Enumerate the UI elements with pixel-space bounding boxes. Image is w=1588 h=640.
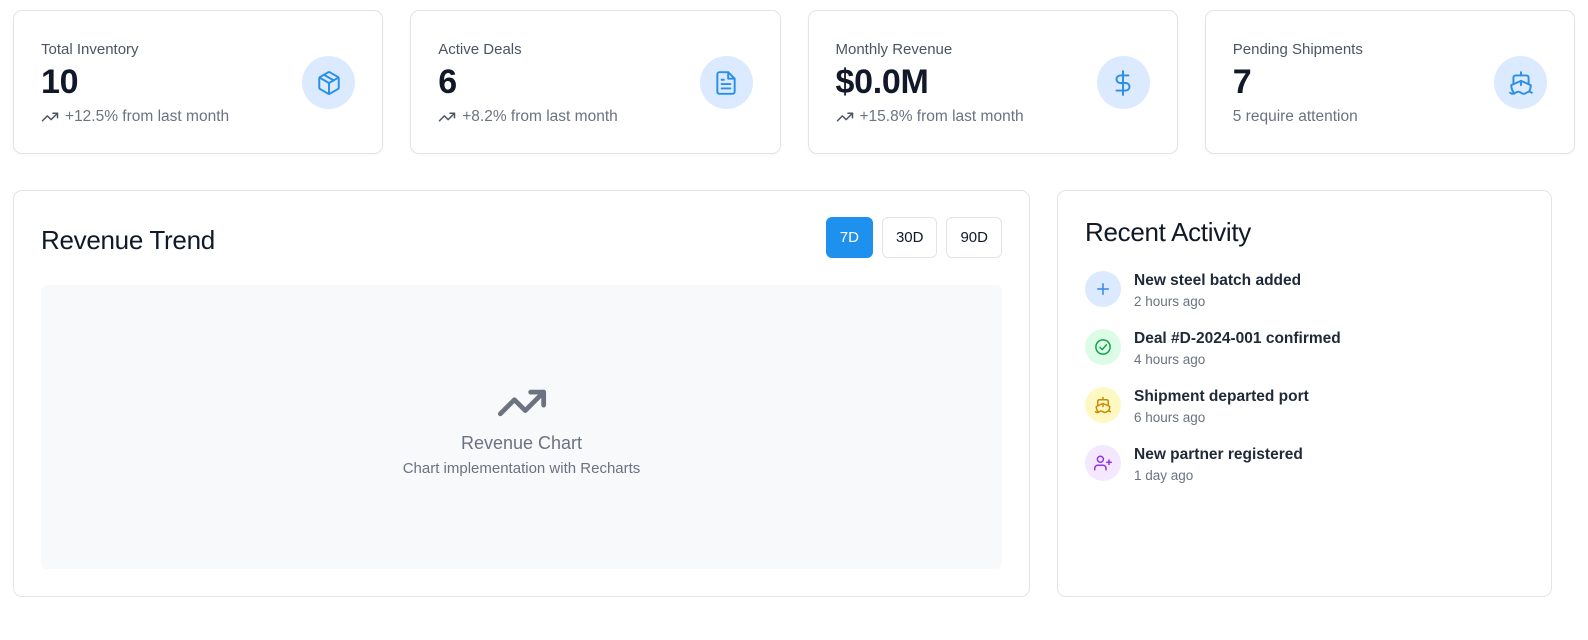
- activity-title: New partner registered: [1134, 446, 1303, 463]
- stat-change-text: +12.5% from last month: [65, 108, 230, 125]
- chart-placeholder-title: Revenue Chart: [460, 433, 583, 453]
- revenue-trend-card: Revenue Trend 7D 30D 90D Revenue Chart C…: [13, 190, 1030, 597]
- list-item: New steel batch added 2 hours ago: [1085, 271, 1531, 329]
- stat-card-pending-shipments: Pending Shipments 7 5 require attention: [1204, 10, 1575, 154]
- list-item: Shipment departed port 6 hours ago: [1085, 387, 1531, 445]
- stat-change: +8.2% from last month: [438, 108, 618, 126]
- stat-card-total-inventory: Total Inventory 10 +12.5% from last mont…: [13, 10, 384, 154]
- range-7d-button[interactable]: 7D: [825, 217, 873, 258]
- package-icon: [302, 56, 356, 109]
- stats-row: Total Inventory 10 +12.5% from last mont…: [13, 10, 1575, 154]
- stat-note: 5 require attention: [1233, 108, 1358, 126]
- stat-card-monthly-revenue: Monthly Revenue $0.0M +15.8% from last m…: [807, 10, 1178, 154]
- activity-list: New steel batch added 2 hours ago Deal #…: [1085, 271, 1531, 503]
- file-text-icon: [699, 56, 753, 109]
- ship-icon: [1494, 56, 1547, 109]
- range-30d-button[interactable]: 30D: [881, 217, 938, 258]
- stat-note-text: 5 require attention: [1232, 108, 1358, 125]
- activity-time: 1 day ago: [1134, 468, 1194, 483]
- stat-change: +15.8% from last month: [836, 108, 1024, 126]
- trending-up-icon: [497, 389, 546, 417]
- card-title: Revenue Trend: [41, 225, 215, 255]
- chart-placeholder: Revenue Chart Chart implementation with …: [41, 285, 1002, 569]
- stat-value: 7: [1232, 63, 1252, 101]
- card-title: Recent Activity: [1085, 217, 1252, 247]
- stat-label: Monthly Revenue: [835, 41, 953, 58]
- stat-label: Total Inventory: [41, 41, 139, 58]
- stat-value: 6: [438, 63, 457, 101]
- trending-up-icon: [439, 112, 456, 122]
- stat-label: Active Deals: [438, 41, 522, 58]
- recent-activity-card: Recent Activity New steel batch added 2 …: [1057, 190, 1552, 597]
- list-item: Deal #D-2024-001 confirmed 4 hours ago: [1085, 329, 1531, 387]
- stat-change-text: +8.2% from last month: [462, 108, 618, 125]
- activity-title: Deal #D-2024-001 confirmed: [1134, 330, 1341, 347]
- ship-icon: [1085, 387, 1121, 423]
- user-plus-icon: [1085, 445, 1121, 481]
- activity-title: Shipment departed port: [1134, 388, 1309, 405]
- range-selector: 7D 30D 90D: [825, 217, 1002, 258]
- activity-time: 2 hours ago: [1134, 294, 1206, 309]
- stat-label: Pending Shipments: [1232, 41, 1363, 58]
- range-90d-button[interactable]: 90D: [946, 217, 1002, 258]
- trending-up-icon: [836, 112, 853, 122]
- list-item: New partner registered 1 day ago: [1085, 445, 1531, 503]
- stat-value: 10: [41, 63, 79, 101]
- stat-value: $0.0M: [835, 63, 929, 101]
- stat-card-active-deals: Active Deals 6 +8.2% from last month: [410, 10, 781, 154]
- activity-time: 6 hours ago: [1134, 410, 1206, 425]
- stat-change: +12.5% from last month: [41, 108, 229, 126]
- dollar-icon: [1096, 56, 1150, 109]
- trending-up-icon: [41, 112, 59, 122]
- stat-change-text: +15.8% from last month: [859, 108, 1024, 125]
- plus-icon: [1085, 271, 1121, 307]
- chart-placeholder-subtitle: Chart implementation with Recharts: [402, 460, 641, 477]
- check-circle-icon: [1085, 329, 1121, 365]
- activity-time: 4 hours ago: [1134, 352, 1206, 367]
- activity-title: New steel batch added: [1134, 272, 1302, 289]
